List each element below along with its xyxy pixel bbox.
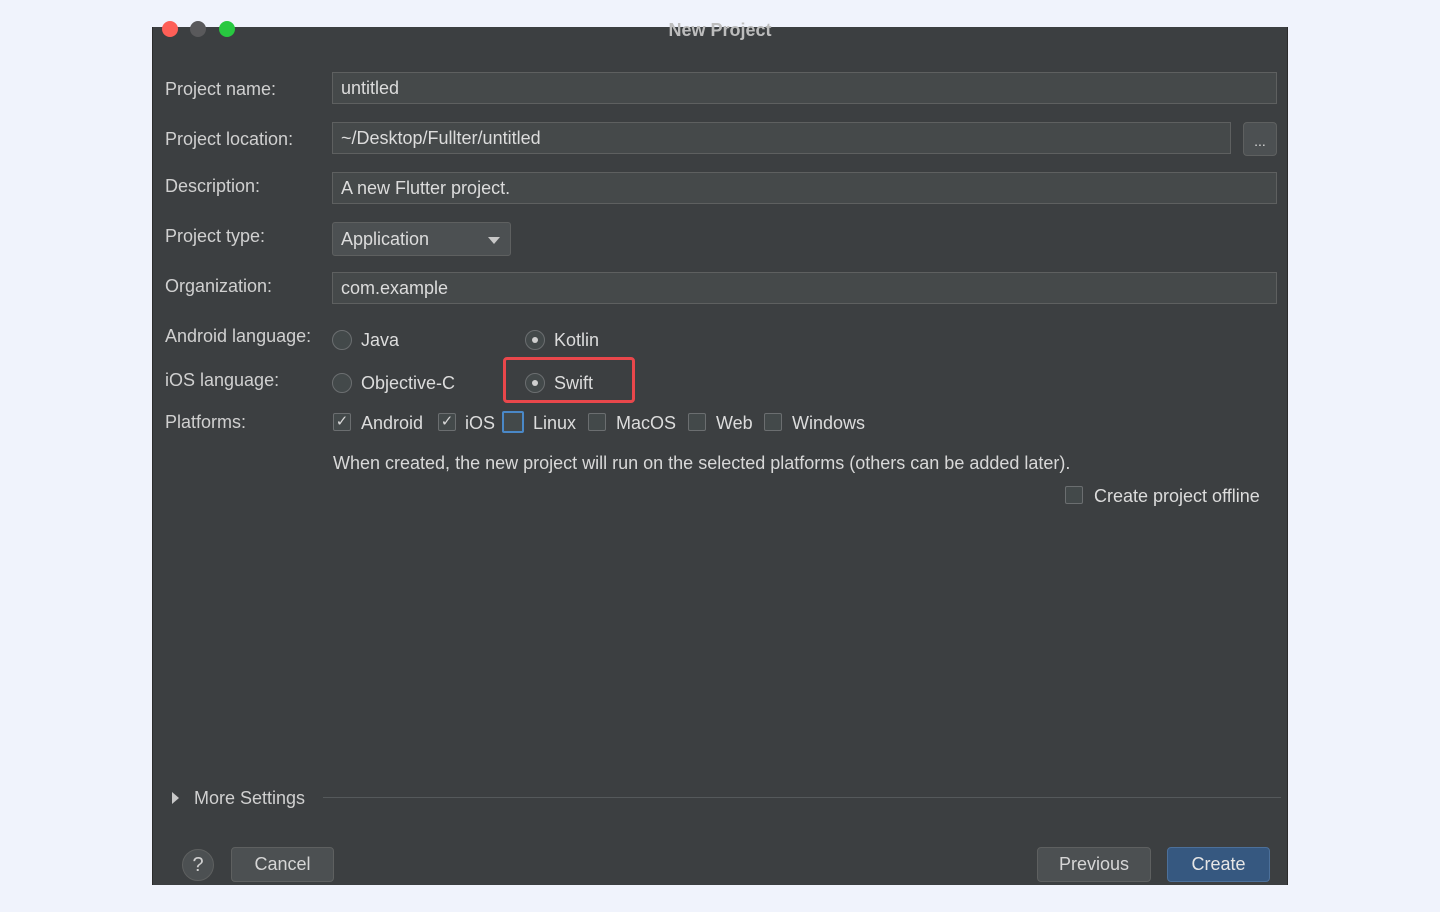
platforms-hint: When created, the new project will run o… [333,453,1071,473]
more-settings-toggle[interactable]: More Settings [194,787,305,809]
checkbox-create-offline-label: Create project offline [1094,486,1260,506]
help-button[interactable]: ? [182,849,214,881]
new-project-dialog: New Project Project name: untitled Proje… [152,20,1288,885]
radio-java-label: Java [361,330,400,350]
more-settings-divider [323,797,1281,798]
project-type-select[interactable]: Application [332,222,511,256]
checkbox-web[interactable] [688,413,706,431]
organization-label: Organization: [165,276,273,296]
create-button[interactable]: Create [1167,847,1270,882]
checkbox-linux-label: Linux [533,413,577,433]
checkbox-windows-label: Windows [792,413,866,433]
checkbox-ios-label: iOS [465,413,496,433]
checkbox-android-label: Android [361,413,424,433]
browse-location-button[interactable]: ... [1243,122,1277,156]
checkbox-android[interactable]: ✓ [333,413,351,431]
checkbox-create-offline[interactable] [1065,486,1083,504]
previous-button[interactable]: Previous [1037,847,1151,882]
project-type-value: Application [341,229,430,249]
project-name-label: Project name: [165,79,277,99]
chevron-down-icon [488,237,500,244]
radio-java[interactable] [332,330,352,350]
android-language-label: Android language: [165,326,312,346]
project-location-input[interactable]: ~/Desktop/Fullter/untitled [332,122,1231,154]
checkbox-linux[interactable] [502,411,524,433]
radio-kotlin-label: Kotlin [554,330,600,350]
dialog-title: New Project [668,20,772,40]
organization-input[interactable]: com.example [332,272,1277,304]
ios-language-label: iOS language: [165,370,280,390]
checkbox-macos[interactable] [588,413,606,431]
project-name-input[interactable]: untitled [332,72,1277,104]
description-input[interactable]: A new Flutter project. [332,172,1277,204]
swift-highlight-box [503,357,635,403]
expand-triangle-icon[interactable] [172,792,179,804]
description-label: Description: [165,176,261,196]
radio-objective-c-label: Objective-C [361,373,456,393]
cancel-button[interactable]: Cancel [231,847,334,882]
checkbox-ios[interactable]: ✓ [438,413,456,431]
radio-objective-c[interactable] [332,373,352,393]
radio-kotlin[interactable] [525,330,545,350]
project-type-label: Project type: [165,226,266,246]
checkbox-web-label: Web [716,413,753,433]
platforms-label: Platforms: [165,412,247,432]
checkbox-macos-label: MacOS [616,413,677,433]
project-location-label: Project location: [165,129,294,149]
checkbox-windows[interactable] [764,413,782,431]
